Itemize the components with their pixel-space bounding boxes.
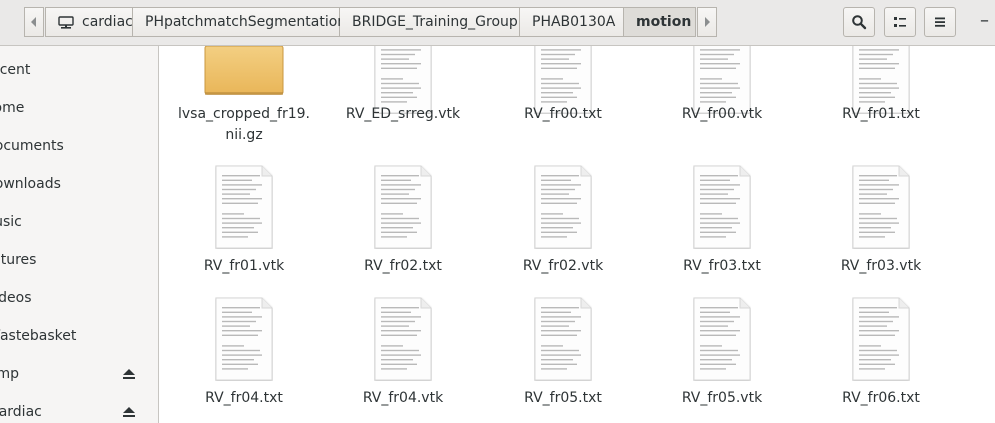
file-name: RV_fr05.txt bbox=[524, 390, 602, 406]
sidebar-item-home[interactable]: Home bbox=[0, 93, 158, 123]
text-document-icon bbox=[215, 165, 273, 249]
file-name: RV_fr04.txt bbox=[205, 390, 283, 406]
text-document-icon bbox=[693, 297, 751, 381]
folder-icon bbox=[204, 46, 284, 100]
breadcrumb-bridge-training-group[interactable]: BRIDGE_Training_Group bbox=[340, 7, 520, 37]
sidebar-item-tmp[interactable]: tmp bbox=[0, 359, 158, 389]
breadcrumb-cardiac[interactable]: cardiac bbox=[45, 7, 133, 37]
file-name: RV_fr06.txt bbox=[842, 390, 920, 406]
sidebar-item-label: Videos bbox=[0, 290, 32, 306]
text-document-icon bbox=[534, 165, 592, 249]
sidebar-item-wastebasket[interactable]: Wastebasket bbox=[0, 321, 158, 351]
chevron-right-icon bbox=[705, 17, 710, 27]
file-name: RV_fr05.vtk bbox=[681, 390, 763, 406]
text-document-icon bbox=[374, 297, 432, 381]
text-document-icon bbox=[852, 165, 910, 249]
file-name: RV_fr02.txt bbox=[364, 258, 442, 274]
sidebar-item-label: Music bbox=[0, 214, 22, 230]
text-document-icon bbox=[374, 165, 432, 249]
sidebar-item-label: Documents bbox=[0, 138, 64, 154]
breadcrumb-label: PHpatchmatchSegmentation bbox=[145, 14, 347, 30]
file-name: RV_ED_srreg.vtk bbox=[345, 106, 461, 122]
sidebar: Recent Home Documents Downloads Music Pi… bbox=[0, 46, 159, 423]
sidebar-item-label: Recent bbox=[0, 62, 31, 78]
file-name: lvsa_cropped_fr19. nii.gz bbox=[178, 106, 310, 143]
breadcrumb-label: BRIDGE_Training_Group bbox=[352, 14, 518, 30]
search-icon bbox=[852, 15, 867, 30]
sidebar-item-recent[interactable]: Recent bbox=[0, 55, 158, 85]
sidebar-item-videos[interactable]: Videos bbox=[0, 283, 158, 313]
file-name: RV_fr00.txt bbox=[524, 106, 602, 122]
sidebar-item-downloads[interactable]: Downloads bbox=[0, 169, 158, 199]
file-name: RV_fr03.vtk bbox=[840, 258, 922, 274]
file-name: RV_fr04.vtk bbox=[362, 390, 444, 406]
sidebar-item-label: Downloads bbox=[0, 176, 61, 192]
file-name: RV_fr01.vtk bbox=[203, 258, 285, 274]
breadcrumb-label: motion bbox=[636, 14, 692, 30]
eject-icon[interactable] bbox=[122, 405, 136, 419]
sidebar-item-label: Home bbox=[0, 100, 25, 116]
text-document-icon bbox=[852, 297, 910, 381]
sidebar-item-cardiac[interactable]: cardiac bbox=[0, 397, 158, 423]
sidebar-item-music[interactable]: Music bbox=[0, 207, 158, 237]
eject-icon[interactable] bbox=[122, 367, 136, 381]
breadcrumb: cardiac PHpatchmatchSegmentation BRIDGE_… bbox=[45, 7, 696, 37]
file-name: RV_fr03.txt bbox=[683, 258, 761, 274]
text-document-icon bbox=[534, 297, 592, 381]
hamburger-menu-icon bbox=[935, 17, 945, 27]
chevron-left-icon bbox=[31, 17, 36, 27]
sidebar-item-label: Pictures bbox=[0, 252, 37, 268]
list-view-icon bbox=[894, 17, 906, 27]
sidebar-item-pictures[interactable]: Pictures bbox=[0, 245, 158, 275]
forward-button[interactable] bbox=[697, 7, 717, 37]
text-document-icon bbox=[215, 297, 273, 381]
drive-icon bbox=[58, 14, 74, 30]
menu-button[interactable] bbox=[924, 7, 956, 37]
sidebar-item-label: Wastebasket bbox=[0, 328, 77, 344]
view-toggle-button[interactable] bbox=[884, 7, 916, 37]
file-name: RV_fr01.txt bbox=[842, 106, 920, 122]
back-button[interactable] bbox=[24, 7, 44, 37]
text-document-icon bbox=[693, 165, 751, 249]
breadcrumb-phab0130a[interactable]: PHAB0130A bbox=[520, 7, 624, 37]
file-grid: lvsa_cropped_fr19. nii.gz RV_ED_srreg.vtk R… bbox=[159, 46, 995, 423]
header-bar: cardiac PHpatchmatchSegmentation BRIDGE_… bbox=[0, 0, 995, 46]
breadcrumb-motion[interactable]: motion bbox=[624, 7, 696, 37]
file-name: RV_fr02.vtk bbox=[522, 258, 604, 274]
breadcrumb-label: cardiac bbox=[82, 14, 133, 30]
breadcrumb-phpatchmatchsegmentation[interactable]: PHpatchmatchSegmentation bbox=[133, 7, 346, 37]
sidebar-item-documents[interactable]: Documents bbox=[0, 131, 158, 161]
breadcrumb-label: PHAB0130A bbox=[532, 14, 616, 30]
minimize-button[interactable]: – bbox=[980, 10, 989, 31]
file-name: RV_fr00.vtk bbox=[681, 106, 763, 122]
search-button[interactable] bbox=[843, 7, 875, 37]
